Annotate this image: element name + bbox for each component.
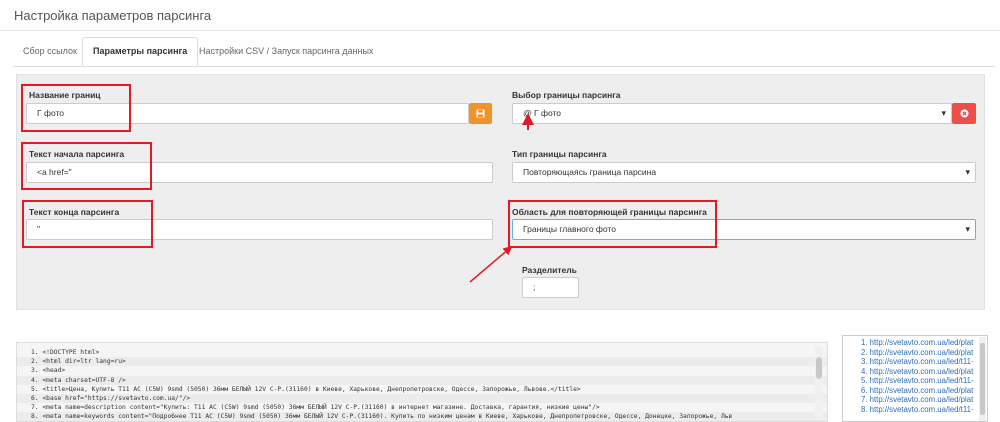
link-item[interactable]: 5. http://svetavto.com.ua/led/t11- [843,376,987,386]
code-line: 7. <meta name=description content="Купит… [31,404,600,412]
code-line: 1. <!DOCTYPE html> [31,349,100,356]
link-item[interactable]: 6. http://svetavto.com.ua/led/plat [843,386,987,396]
code-scrollbar[interactable] [815,347,823,419]
code-line: 8. <meta name=keywords content="Подробне… [17,412,827,421]
arrow-diagonal-icon [469,246,513,283]
code-line: 3. <head> [31,367,66,375]
code-line: 4. <meta charset=UTF-8 /> [17,375,827,385]
link-item[interactable]: 7. http://svetavto.com.ua/led/plat [843,395,987,405]
code-lines: 1. <!DOCTYPE html> 2. <html dir=ltr lang… [17,343,827,421]
code-line: 2. <html dir=ltr lang=ru> [17,357,827,367]
code-line: 5. <title>Цена, Купить T11 AC (C5W) 9smd… [31,385,581,393]
link-item[interactable]: 4. http://svetavto.com.ua/led/plat [843,367,987,377]
link-item[interactable]: 3. http://svetavto.com.ua/led/t11- [843,357,987,367]
link-item[interactable]: 2. http://svetavto.com.ua/led/plat [843,348,987,358]
collected-links-list: 1. http://svetavto.com.ua/led/plat 2. ht… [842,335,988,422]
html-source-view[interactable]: 1. <!DOCTYPE html> 2. <html dir=ltr lang… [16,342,828,422]
link-item[interactable]: 8. http://svetavto.com.ua/led/t11- [843,405,987,415]
links-scrollbar[interactable] [979,337,986,421]
code-line: 6. <base href="https://svetavto.com.ua/"… [17,393,827,404]
link-item[interactable]: 1. http://svetavto.com.ua/led/plat [843,338,987,348]
